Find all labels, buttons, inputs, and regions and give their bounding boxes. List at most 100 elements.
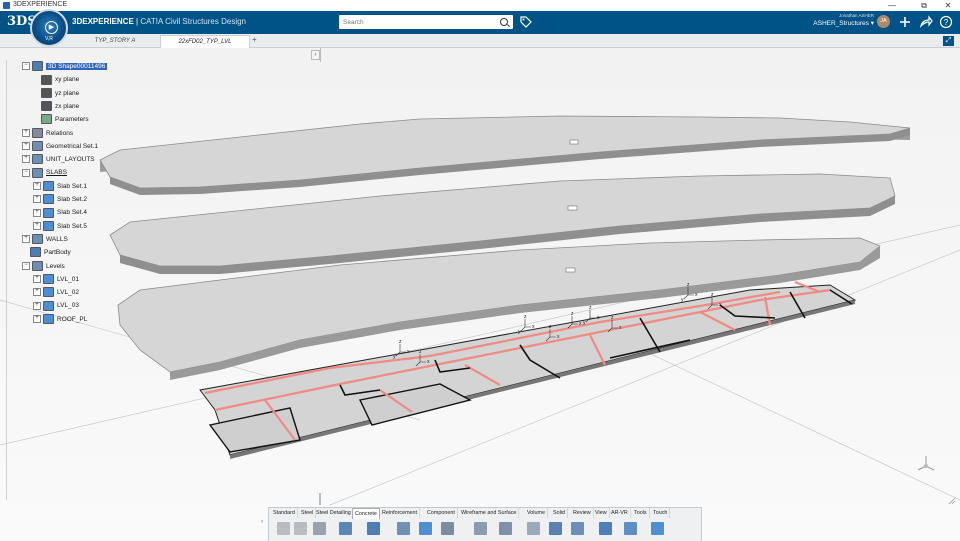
play-icon[interactable]: ▶ [45, 21, 58, 34]
slab-icon[interactable] [419, 522, 432, 535]
column-icon[interactable] [474, 522, 487, 535]
expand-icon[interactable]: + [33, 288, 41, 297]
compass-label: V,R [45, 36, 53, 42]
expand-icon[interactable]: + [22, 235, 30, 244]
tree-node[interactable]: Parameters [33, 114, 89, 126]
collab-space-label: ASHER_Structures [813, 20, 869, 27]
tag-icon[interactable] [520, 16, 532, 28]
action-tab[interactable]: Reinforcement [380, 508, 421, 518]
close-button[interactable]: ✕ [936, 0, 960, 11]
action-tab[interactable]: Touch [651, 508, 671, 518]
resize-handle-icon[interactable] [948, 497, 956, 505]
svg-text:z: z [399, 339, 402, 345]
cut-icon[interactable] [277, 522, 290, 535]
geometrical-set-icon [32, 154, 43, 165]
tree-node[interactable]: − 3D Shape00011496 [22, 61, 108, 73]
action-tab[interactable]: Steel Detailing [314, 508, 354, 518]
maximize-button[interactable]: ⧉ [912, 0, 936, 11]
expand-icon[interactable]: + [33, 301, 41, 310]
action-tab[interactable]: Standard [271, 508, 298, 518]
add-icon[interactable] [897, 14, 913, 30]
axis-compass-icon[interactable] [914, 452, 938, 476]
action-tab[interactable]: Concrete [352, 508, 380, 519]
tree-separator [320, 48, 321, 62]
tree-node[interactable]: + Slab Set.4 [33, 207, 87, 219]
os-window-title: 3DEXPERIENCE [13, 1, 68, 8]
help-icon[interactable]: ? [938, 14, 954, 30]
stair-icon[interactable] [624, 522, 637, 535]
svg-text:z: z [524, 314, 527, 320]
grid-icon[interactable] [441, 522, 454, 535]
tree-node[interactable]: + UNIT_LAYOUTS [22, 154, 95, 166]
tree-node[interactable]: + Geometrical Set.1 [22, 141, 98, 153]
rebar-icon[interactable] [599, 522, 612, 535]
expand-icon[interactable]: + [22, 155, 30, 164]
footing-icon[interactable] [571, 522, 584, 535]
action-tab[interactable]: Volume [525, 508, 548, 518]
tree-node[interactable]: − Levels [22, 260, 65, 273]
tab-typ-lvl[interactable]: 22xFD02_TYP_LVL [160, 35, 250, 48]
tree-node[interactable]: − SLABS [22, 167, 67, 179]
expand-icon[interactable]: + [33, 221, 41, 230]
collapse-icon[interactable]: − [22, 261, 30, 270]
tree-node[interactable]: + LVL_03 [33, 300, 79, 312]
tree-node[interactable]: + ROOF_PL [33, 313, 87, 326]
expand-icon[interactable]: + [33, 195, 41, 204]
expand-icon[interactable]: + [33, 208, 41, 217]
slab-set-icon [43, 180, 54, 191]
undo-icon[interactable] [339, 522, 352, 535]
action-tab[interactable]: Review [571, 508, 594, 518]
tree-node[interactable]: xy plane [33, 74, 79, 86]
expand-icon[interactable]: + [33, 181, 41, 190]
expand-icon[interactable]: + [33, 314, 41, 323]
action-tab[interactable]: AR-VR [609, 508, 631, 518]
paste-icon[interactable] [313, 522, 326, 535]
tree-node[interactable]: + LVL_02 [33, 287, 79, 299]
tree-node[interactable]: yz plane [33, 87, 79, 100]
tree-node[interactable]: zx plane [33, 101, 79, 113]
collapse-icon[interactable]: − [22, 168, 30, 177]
tree-node[interactable]: + Slab Set.1 [33, 180, 87, 193]
copy-icon[interactable] [294, 522, 307, 535]
opening-icon[interactable] [527, 522, 540, 535]
compass-widget[interactable]: ▶ V,R [30, 9, 68, 47]
search-icon[interactable] [500, 18, 508, 26]
user-block[interactable]: Jonathan ASHER ASHER_Structures ▾ [813, 13, 874, 27]
action-tab[interactable]: Component [425, 508, 458, 518]
search-input[interactable] [339, 15, 493, 29]
share-icon[interactable] [918, 14, 934, 30]
action-tab[interactable]: Tools [632, 508, 650, 518]
tree-node[interactable]: + Slab Set.5 [33, 220, 87, 233]
expand-icon[interactable]: + [22, 142, 30, 151]
collapse-icon[interactable]: − [22, 62, 30, 71]
minimize-button[interactable]: — [880, 0, 904, 11]
tree-node[interactable]: + Slab Set.2 [33, 194, 87, 206]
specification-tree[interactable]: − 3D Shape00011496 xy plane yz plane zx plan… [0, 48, 320, 500]
action-tab[interactable]: View [593, 508, 610, 518]
tree-node[interactable]: + Relations [22, 127, 73, 140]
tree-node[interactable]: + LVL_01 [33, 274, 79, 286]
action-bar-expand-icon[interactable]: ‹ [261, 519, 263, 525]
update-icon[interactable] [367, 522, 380, 535]
expand-icon[interactable]: + [33, 275, 41, 284]
expand-icon[interactable]: ⤢ [943, 36, 954, 46]
tree-collapse-button[interactable]: ‹ [311, 50, 320, 60]
avatar[interactable]: JA [877, 15, 890, 28]
tab-typ-story-a[interactable]: TYP_STORY A [72, 35, 158, 47]
ramp-icon[interactable] [651, 522, 664, 535]
panel-handle[interactable] [319, 493, 321, 505]
partbody-icon [30, 247, 41, 258]
tree-node[interactable]: PartBody [22, 247, 71, 259]
wall-icon[interactable] [549, 522, 562, 535]
tree-node[interactable]: + WALLS [22, 234, 68, 246]
search-box[interactable] [339, 15, 513, 29]
collab-space-selector[interactable]: ASHER_Structures ▾ [813, 19, 874, 27]
beam-icon[interactable] [499, 522, 512, 535]
action-tab[interactable]: Wireframe and Surface [459, 508, 520, 518]
expand-icon[interactable]: + [22, 128, 30, 137]
3d-shape-icon [32, 61, 43, 72]
svg-text:z: z [571, 311, 574, 317]
sketch-icon[interactable] [397, 522, 410, 535]
action-tab[interactable]: Solid [551, 508, 568, 518]
add-tab-button[interactable]: + [252, 35, 257, 44]
